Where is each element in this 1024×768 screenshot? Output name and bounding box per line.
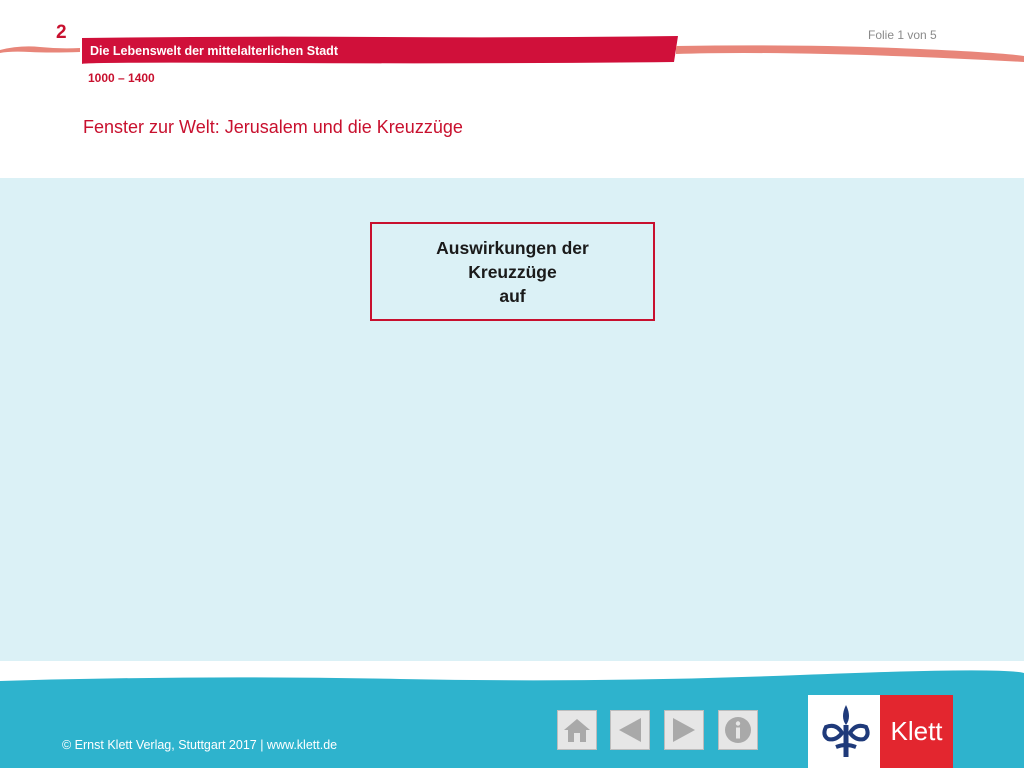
arrow-right-icon (673, 718, 695, 742)
home-icon (564, 719, 590, 742)
slide-header: 2 Folie 1 von 5 Die Lebenswelt der mitte… (0, 0, 1024, 178)
topic-line: Auswirkungen der (436, 237, 589, 258)
slide-footer: © Ernst Klett Verlag, Stuttgart 2017 | w… (0, 661, 1024, 768)
slide-title: Fenster zur Welt: Jerusalem und die Kreu… (83, 117, 463, 137)
topic-line: Kreuzzüge (468, 261, 557, 282)
ribbon-left-decoration (0, 46, 80, 53)
ribbon-right-decoration (676, 45, 1024, 62)
home-button[interactable] (557, 710, 597, 750)
next-slide-button[interactable] (664, 710, 704, 750)
info-icon (725, 717, 751, 743)
chapter-number: 2 (56, 22, 67, 43)
klett-logo-wordmark-panel: Klett (880, 695, 953, 768)
klett-logo[interactable]: Klett (808, 695, 953, 768)
date-range: 1000 – 1400 (88, 71, 155, 85)
klett-logo-text: Klett (890, 716, 943, 746)
info-button[interactable] (718, 710, 758, 750)
topic-box[interactable]: Auswirkungen der Kreuzzüge auf (370, 222, 655, 321)
chapter-title: Die Lebenswelt der mittelalterlichen Sta… (90, 44, 338, 58)
arrow-left-icon (619, 718, 641, 742)
slide-content-area: Auswirkungen der Kreuzzüge auf (0, 178, 1024, 661)
chapter-banner: Die Lebenswelt der mittelalterlichen Sta… (82, 36, 680, 64)
previous-slide-button[interactable] (610, 710, 650, 750)
copyright-text: © Ernst Klett Verlag, Stuttgart 2017 | w… (62, 738, 338, 752)
topic-line: auf (499, 285, 526, 306)
klett-emblem-icon (822, 705, 870, 757)
slide-counter: Folie 1 von 5 (868, 28, 937, 42)
